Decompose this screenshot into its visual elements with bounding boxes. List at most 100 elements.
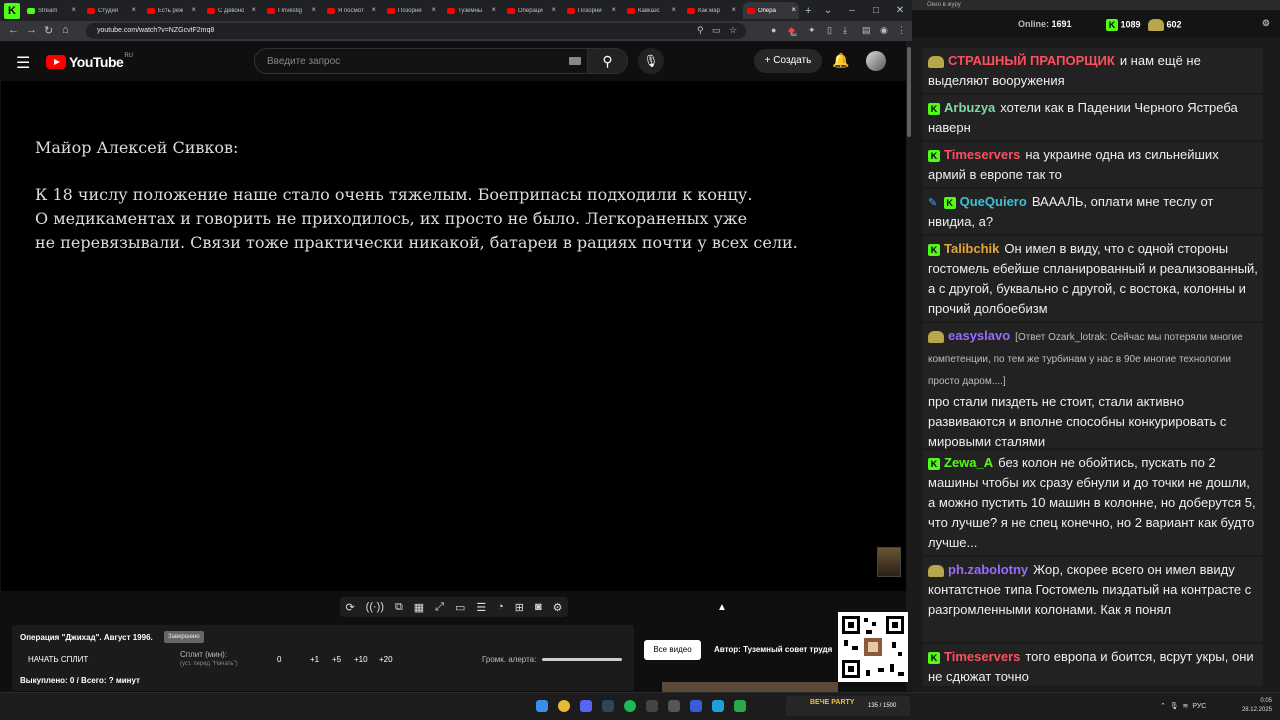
url-field[interactable]: youtube.com/watch?v=NZGcvtF2mq8: [86, 23, 746, 39]
chat-scrollbar[interactable]: [1272, 38, 1278, 692]
tab-close-icon[interactable]: ×: [611, 5, 616, 14]
tab-close-icon[interactable]: ×: [731, 5, 736, 14]
files-icon[interactable]: [734, 700, 746, 712]
subtitles-icon[interactable]: ⊞: [515, 601, 524, 614]
add-20-button[interactable]: +20: [379, 655, 393, 664]
maximize-button[interactable]: □: [864, 5, 888, 16]
tab-close-icon[interactable]: ×: [551, 5, 556, 14]
sidebar-icon[interactable]: ▯: [827, 25, 832, 36]
tab-close-icon[interactable]: ×: [251, 5, 256, 14]
broadcast-icon[interactable]: ((·)): [366, 601, 384, 613]
browser-tab[interactable]: Позорни ×: [563, 2, 619, 19]
youtube-logo[interactable]: YouTube RU: [46, 53, 133, 70]
chat-username[interactable]: Talibchik: [944, 241, 999, 256]
keyboard-icon[interactable]: [569, 57, 581, 65]
loop-icon[interactable]: ⟳: [345, 601, 354, 614]
browser-tab[interactable]: Позорни ×: [383, 2, 439, 19]
chat-username[interactable]: СТРАШНЫЙ ПРАПОРЩИК: [948, 53, 1115, 68]
related-video-strip[interactable]: [662, 682, 838, 692]
menu-icon[interactable]: ☰: [16, 53, 30, 73]
speed-icon[interactable]: ◔: [497, 601, 504, 613]
download-icon[interactable]: ⤓: [843, 25, 847, 36]
add-5-button[interactable]: +5: [332, 655, 341, 664]
language-indicator[interactable]: РУС: [1192, 703, 1206, 710]
mic-tray-icon[interactable]: 🎙: [1170, 703, 1179, 710]
chat-username[interactable]: Timeservers: [944, 147, 1020, 162]
tab-close-icon[interactable]: ×: [71, 5, 76, 14]
minimize-button[interactable]: –: [840, 5, 864, 16]
add-10-button[interactable]: +10: [354, 655, 368, 664]
steam-icon[interactable]: [602, 700, 614, 712]
puzzle-icon[interactable]: ✦: [808, 25, 816, 36]
tab-close-icon[interactable]: ×: [491, 5, 496, 14]
scrollbar-thumb[interactable]: [907, 47, 911, 137]
playlist-icon[interactable]: ☰: [476, 601, 486, 614]
search-button[interactable]: ⚲: [588, 48, 628, 74]
start-split-button[interactable]: НАЧАТЬ СПЛИТ: [28, 655, 88, 664]
home-icon[interactable]: ⌂: [62, 24, 69, 36]
chat-username[interactable]: Zewa_A: [944, 455, 993, 470]
bookmark-star-icon[interactable]: ☆: [729, 25, 737, 36]
tab-close-icon[interactable]: ×: [431, 5, 436, 14]
tab-close-icon[interactable]: ×: [371, 5, 376, 14]
tab-search-icon[interactable]: ⌄: [816, 5, 840, 16]
start-icon[interactable]: [536, 700, 548, 712]
discord-icon[interactable]: [580, 700, 592, 712]
chat-username[interactable]: Arbuzya: [944, 100, 995, 115]
chevron-up-icon[interactable]: ⌃: [1160, 703, 1166, 710]
bell-icon[interactable]: 🔔: [832, 52, 849, 69]
chat-username[interactable]: QueQuiero: [960, 194, 1027, 209]
chat-username[interactable]: Timeservers: [944, 649, 1020, 664]
create-button[interactable]: + Создать: [754, 49, 822, 73]
browser-tab[interactable]: Студия ×: [83, 2, 139, 19]
browser-tab[interactable]: Туземны ×: [443, 2, 499, 19]
chat-username[interactable]: easyslavo: [948, 328, 1010, 343]
mic-button[interactable]: 🎙: [638, 48, 664, 74]
channel-thumbnail[interactable]: [877, 547, 901, 577]
browser-tab[interactable]: Stream ×: [23, 2, 79, 19]
chrome-icon[interactable]: [558, 700, 570, 712]
watch-later-icon[interactable]: ⧉: [395, 601, 403, 614]
extension-icon[interactable]: ●: [771, 25, 776, 35]
avatar[interactable]: [866, 51, 886, 71]
browser-tab[interactable]: Как мар ×: [683, 2, 739, 19]
app-icon[interactable]: [668, 700, 680, 712]
new-tab-button[interactable]: +: [805, 5, 811, 17]
clock[interactable]: 0:05 28.12.2025: [1242, 697, 1272, 715]
clip-icon[interactable]: ▦: [414, 601, 424, 614]
zoom-icon[interactable]: ⚲: [697, 25, 704, 36]
browser-tab[interactable]: Операци ×: [503, 2, 559, 19]
chat-username[interactable]: ph.zabolotny: [948, 562, 1028, 577]
close-window-button[interactable]: ✕: [888, 5, 912, 16]
wifi-icon[interactable]: ≋: [1183, 703, 1189, 710]
profile-icon[interactable]: ◉: [880, 25, 888, 36]
reading-list-icon[interactable]: ▤: [862, 25, 871, 36]
cast-icon[interactable]: ▭: [712, 25, 721, 36]
settings-icon[interactable]: ⚙: [553, 601, 563, 614]
spotify-icon[interactable]: [624, 700, 636, 712]
browser-tab[interactable]: С Девоно ×: [203, 2, 259, 19]
chat-settings-icon[interactable]: ⚙: [1262, 18, 1270, 29]
back-icon[interactable]: ←: [8, 24, 19, 36]
alert-volume-slider[interactable]: [542, 658, 622, 661]
obs-icon[interactable]: [646, 700, 658, 712]
kick-party-widget[interactable]: ВЕЧЕ PARTY 135 / 1500: [786, 696, 910, 716]
split-value-input[interactable]: 0: [277, 655, 281, 664]
reload-icon[interactable]: ↻: [44, 24, 53, 37]
browser-tab[interactable]: Кавказс ×: [623, 2, 679, 19]
screenshot-icon[interactable]: ◙: [535, 601, 542, 613]
browser-tab[interactable]: Я посмот ×: [323, 2, 379, 19]
forward-icon[interactable]: →: [26, 24, 37, 36]
fullscreen-icon[interactable]: ⤢: [435, 601, 444, 614]
video-player[interactable]: Майор Алексей Сивков: К 18 числу положен…: [1, 81, 906, 591]
telegram-icon[interactable]: [712, 700, 724, 712]
tab-close-icon[interactable]: ×: [191, 5, 196, 14]
theater-icon[interactable]: ▭: [455, 601, 465, 614]
more-menu-icon[interactable]: ⋮: [897, 25, 906, 36]
tab-close-icon[interactable]: ×: [671, 5, 676, 14]
add-1-button[interactable]: +1: [310, 655, 319, 664]
browser-tab[interactable]: Есть реж ×: [143, 2, 199, 19]
player-icon[interactable]: [690, 700, 702, 712]
tab-close-icon[interactable]: ×: [311, 5, 316, 14]
tab-close-icon[interactable]: ×: [131, 5, 136, 14]
